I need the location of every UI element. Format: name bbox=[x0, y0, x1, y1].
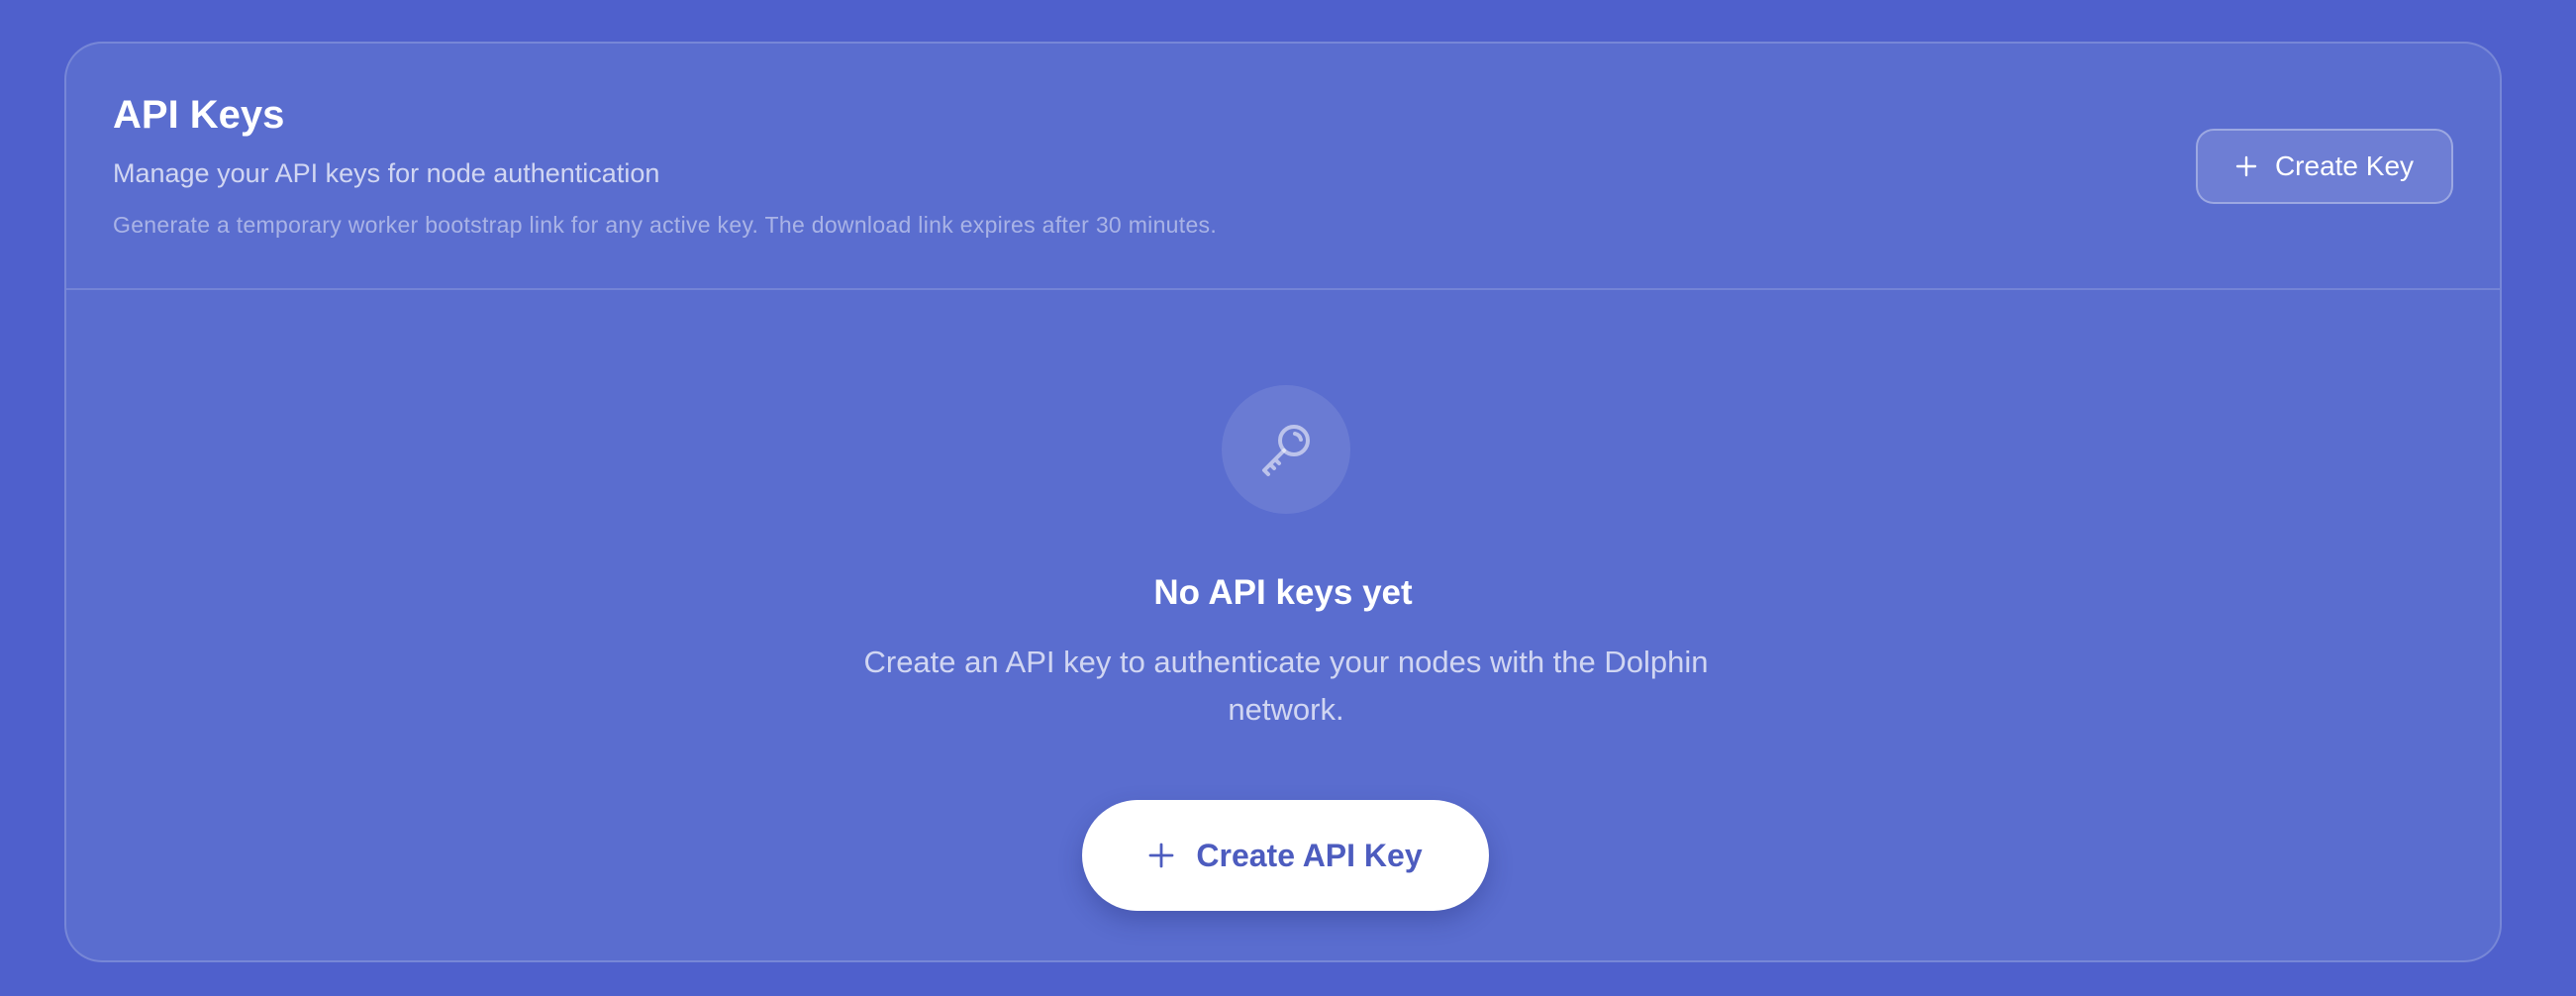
page-subtitle: Manage your API keys for node authentica… bbox=[113, 158, 660, 188]
api-keys-card: API Keys Manage your API keys for node a… bbox=[64, 42, 2502, 962]
create-api-key-button-label: Create API Key bbox=[1196, 837, 1423, 873]
empty-state: No API keys yet Create an API key to aut… bbox=[66, 290, 2500, 960]
page-title: API Keys bbox=[113, 93, 285, 137]
create-key-button[interactable]: Create Key bbox=[2196, 129, 2453, 204]
plus-icon bbox=[1148, 843, 1174, 868]
plus-icon bbox=[2235, 155, 2257, 177]
empty-state-description-line2: network. bbox=[1228, 692, 1344, 727]
empty-state-title: No API keys yet bbox=[1153, 573, 1413, 612]
empty-state-description-line1: Create an API key to authenticate your n… bbox=[863, 645, 1709, 679]
create-key-button-label: Create Key bbox=[2274, 150, 2415, 181]
key-icon bbox=[1222, 385, 1350, 514]
card-header: API Keys Manage your API keys for node a… bbox=[66, 44, 2500, 290]
empty-state-description: Create an API key to authenticate your n… bbox=[809, 639, 1763, 734]
bootstrap-note: Generate a temporary worker bootstrap li… bbox=[113, 212, 1218, 238]
create-api-key-button[interactable]: Create API Key bbox=[1082, 800, 1489, 911]
